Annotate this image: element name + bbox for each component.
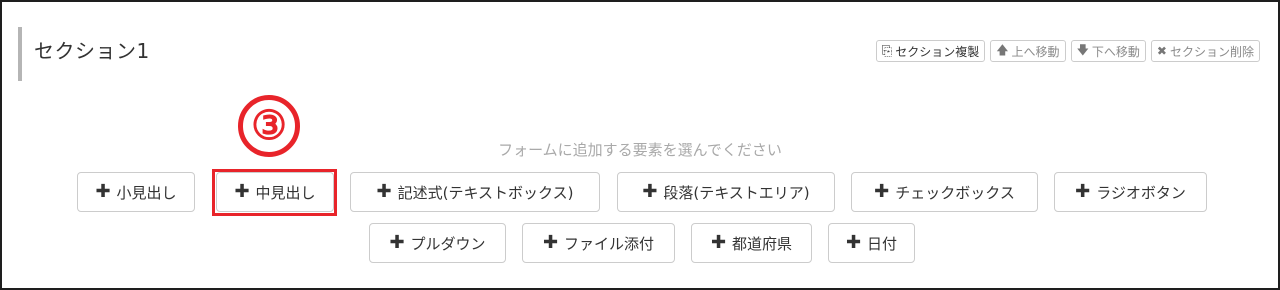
move-down-button[interactable]: 🡇 下へ移動	[1070, 40, 1146, 62]
add-element-hint: フォームに追加する要素を選んでください	[498, 141, 782, 159]
button-label: 中見出し	[255, 183, 316, 202]
close-icon: ✖	[1156, 44, 1167, 58]
button-label: 記述式(テキストボックス)	[397, 183, 574, 202]
plus-icon: ✚	[710, 232, 727, 253]
section-accent-bar	[18, 27, 22, 81]
plus-icon: ✚	[234, 181, 250, 202]
plus-icon: ✚	[389, 232, 405, 253]
button-label: ファイル添付	[564, 234, 655, 253]
duplicate-section-label: セクション複製	[895, 44, 980, 59]
add-textarea-button[interactable]: ✚ 段落(テキストエリア)	[617, 172, 835, 212]
add-file-attachment-button[interactable]: ✚ ファイル添付	[522, 223, 675, 263]
plus-icon: ✚	[95, 181, 111, 202]
move-down-label: 下へ移動	[1091, 44, 1140, 59]
plus-icon: ✚	[874, 181, 890, 202]
button-label: チェックボックス	[895, 183, 1015, 202]
plus-icon: ✚	[845, 232, 862, 253]
add-date-button[interactable]: ✚ 日付	[828, 223, 915, 263]
plus-icon: ✚	[542, 232, 559, 253]
section-toolbar: ⎘ セクション複製 🡅 上へ移動 🡇 下へ移動 ✖ セクション削除	[875, 40, 1260, 62]
button-label: 段落(テキストエリア)	[663, 183, 810, 202]
delete-section-button[interactable]: ✖ セクション削除	[1150, 40, 1260, 62]
plus-icon: ✚	[642, 181, 658, 202]
move-up-label: 上へ移動	[1011, 44, 1060, 59]
add-radio-button[interactable]: ✚ ラジオボタン	[1054, 172, 1207, 212]
add-checkbox-button[interactable]: ✚ チェックボックス	[851, 172, 1038, 212]
move-up-button[interactable]: 🡅 上へ移動	[990, 40, 1066, 62]
button-label: ラジオボタン	[1096, 183, 1186, 202]
button-label: 小見出し	[116, 183, 177, 202]
delete-section-label: セクション削除	[1169, 44, 1254, 59]
section-panel: セクション1 ⎘ セクション複製 🡅 上へ移動 🡇 下へ移動 ✖ セクション削除…	[0, 0, 1280, 290]
arrow-down-icon: 🡇	[1076, 42, 1089, 57]
add-small-heading-button[interactable]: ✚ 小見出し	[77, 172, 195, 212]
button-label: 都道府県	[732, 234, 793, 253]
plus-icon: ✚	[376, 181, 392, 202]
add-pulldown-button[interactable]: ✚ プルダウン	[369, 223, 506, 263]
plus-icon: ✚	[1075, 181, 1091, 202]
add-medium-heading-button[interactable]: ✚ 中見出し	[216, 172, 334, 212]
section-title: セクション1	[34, 39, 150, 63]
duplicate-section-button[interactable]: ⎘ セクション複製	[875, 40, 986, 62]
add-textbox-button[interactable]: ✚ 記述式(テキストボックス)	[350, 172, 600, 212]
button-label: 日付	[867, 234, 898, 253]
add-prefecture-button[interactable]: ✚ 都道府県	[691, 223, 812, 263]
arrow-up-icon: 🡅	[996, 42, 1009, 57]
copy-icon: ⎘	[881, 43, 893, 59]
button-label: プルダウン	[410, 234, 486, 253]
